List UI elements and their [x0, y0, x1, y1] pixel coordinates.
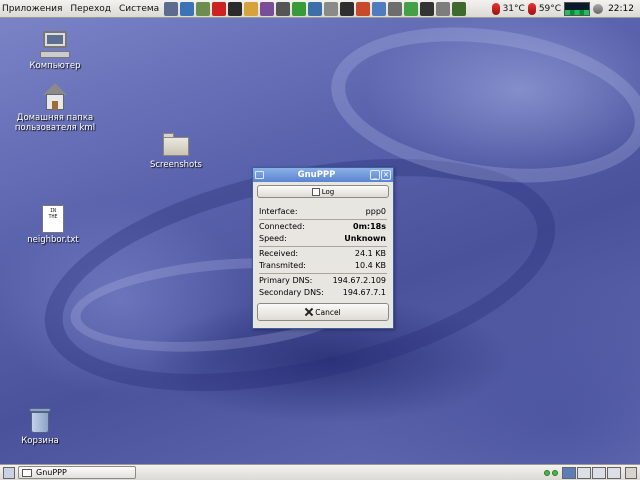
gnuppp-window: GnuPPP _ × Log Interface: ppp0 Connected…	[252, 167, 394, 329]
connected-value: 0m:18s	[353, 222, 386, 231]
primary-dns-label: Primary DNS:	[259, 276, 313, 285]
text-file-icon: IN THE	[38, 205, 68, 233]
launcher-icon[interactable]	[372, 1, 387, 16]
status-indicator	[544, 469, 558, 476]
workspace-2[interactable]	[577, 466, 591, 479]
speed-row: Speed: Unknown	[257, 233, 389, 245]
desktop-icon-screenshots[interactable]: Screenshots	[131, 130, 221, 170]
bottom-panel: GnuPPP	[0, 464, 640, 480]
desktop-icon-label: пользователя kml	[14, 123, 96, 133]
hdd-temperature: 59°C	[538, 3, 562, 14]
taskbar-button-gnuppp[interactable]: GnuPPP	[18, 466, 136, 479]
window-icon	[22, 468, 32, 477]
received-row: Received: 24.1 KB	[257, 248, 389, 260]
window-titlebar[interactable]: GnuPPP _ ×	[253, 168, 393, 182]
log-icon	[311, 187, 320, 196]
show-desktop-icon[interactable]	[3, 466, 15, 479]
secondary-dns-row: Secondary DNS: 194.67.7.1	[257, 287, 389, 299]
desktop-icon-label: Домашняя папка	[16, 113, 94, 123]
menu-system[interactable]: Система	[115, 4, 163, 14]
launcher-icon[interactable]	[180, 1, 195, 16]
desktop-icon-label: neighbor.txt	[27, 235, 79, 245]
desktop-icon-label: Корзина	[21, 436, 59, 446]
computer-icon	[40, 31, 70, 59]
cancel-icon	[305, 308, 313, 316]
menu-places[interactable]: Переход	[66, 4, 115, 14]
desktop-icon-home[interactable]: Домашняя папка пользователя kml	[10, 83, 100, 133]
connected-row: Connected: 0m:18s	[257, 221, 389, 233]
speed-label: Speed:	[259, 234, 287, 243]
launcher-icon[interactable]	[228, 1, 243, 16]
close-icon[interactable]: ×	[381, 170, 391, 180]
trash-icon	[25, 406, 55, 434]
desktop-icon-label: Компьютер	[29, 61, 81, 71]
folder-icon	[161, 130, 191, 158]
launcher-icon[interactable]	[324, 1, 339, 16]
window-menu-icon[interactable]	[255, 171, 264, 179]
desktop-icon-label: Screenshots	[149, 160, 202, 170]
launcher-icon[interactable]	[340, 1, 355, 16]
secondary-dns-label: Secondary DNS:	[259, 288, 324, 297]
launcher-icon[interactable]	[164, 1, 179, 16]
interface-value: ppp0	[365, 207, 386, 216]
transmitted-label: Transmited:	[259, 261, 306, 270]
cancel-button-label: Cancel	[315, 307, 341, 317]
top-panel: Приложения Переход Система 31°C 59°C 22:…	[0, 0, 640, 18]
launcher-icon[interactable]	[452, 1, 467, 16]
menu-applications[interactable]: Приложения	[0, 4, 66, 14]
launcher-icon[interactable]	[404, 1, 419, 16]
desktop-icon-neighbor-txt[interactable]: IN THE neighbor.txt	[8, 205, 98, 245]
cancel-button[interactable]: Cancel	[257, 303, 389, 321]
desktop-icon-trash[interactable]: Корзина	[0, 406, 85, 446]
log-button[interactable]: Log	[257, 185, 389, 198]
launcher-icon[interactable]	[388, 1, 403, 16]
launcher-icon[interactable]	[436, 1, 451, 16]
home-folder-icon	[40, 83, 70, 111]
launcher-icon[interactable]	[356, 1, 371, 16]
launcher-icon[interactable]	[196, 1, 211, 16]
window-title: GnuPPP	[297, 170, 336, 180]
received-label: Received:	[259, 249, 299, 258]
received-value: 24.1 KB	[354, 249, 386, 258]
clock[interactable]: 22:12	[606, 4, 636, 14]
launcher-icon[interactable]	[260, 1, 275, 16]
workspace-1[interactable]	[562, 466, 576, 479]
transmitted-row: Transmited: 10.4 KB	[257, 260, 389, 272]
cpu-monitor-graph[interactable]	[564, 1, 591, 16]
launcher-icon[interactable]	[420, 1, 435, 16]
volume-icon[interactable]	[593, 3, 604, 14]
cpu-temperature: 31°C	[502, 3, 525, 14]
system-tray: 31°C 59°C 22:12	[491, 1, 640, 16]
speed-value: Unknown	[344, 234, 386, 243]
thermometer-icon	[527, 2, 536, 15]
divider	[259, 273, 387, 274]
log-button-label: Log	[321, 187, 335, 196]
launcher-icon[interactable]	[276, 1, 291, 16]
thermometer-icon	[491, 2, 500, 15]
transmitted-value: 10.4 KB	[354, 261, 386, 270]
desktop-icon-computer[interactable]: Компьютер	[10, 31, 100, 71]
interface-row: Interface: ppp0	[257, 206, 389, 218]
connected-label: Connected:	[259, 222, 305, 231]
minimize-icon[interactable]: _	[370, 170, 380, 180]
secondary-dns-value: 194.67.7.1	[342, 288, 386, 297]
primary-dns-row: Primary DNS: 194.67.2.109	[257, 275, 389, 287]
launcher-icon[interactable]	[308, 1, 323, 16]
launcher-icon[interactable]	[244, 1, 259, 16]
launcher-icon[interactable]	[292, 1, 307, 16]
text-file-preview: IN THE	[42, 205, 64, 233]
launcher-icon[interactable]	[212, 1, 227, 16]
trash-applet-icon[interactable]	[625, 466, 637, 479]
taskbar-button-label: GnuPPP	[36, 468, 67, 477]
launcher-bar	[163, 1, 467, 16]
workspace-3[interactable]	[592, 466, 606, 479]
interface-label: Interface:	[259, 207, 298, 216]
workspace-4[interactable]	[607, 466, 621, 479]
primary-dns-value: 194.67.2.109	[332, 276, 386, 285]
divider	[259, 246, 387, 247]
divider	[259, 219, 387, 220]
